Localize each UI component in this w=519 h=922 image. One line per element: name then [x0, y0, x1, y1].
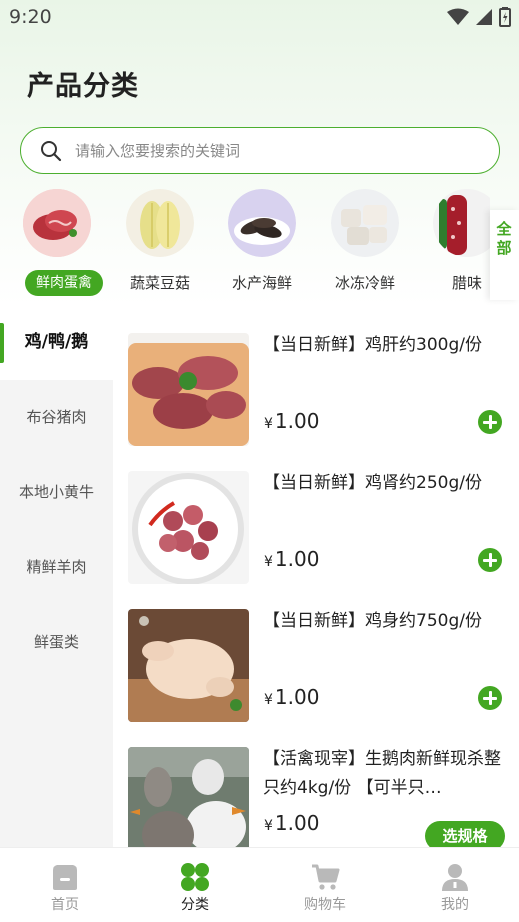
category-item-seafood[interactable]: 水产海鲜 [212, 186, 312, 296]
search-bar[interactable]: 请输入您要搜索的关键词 [20, 127, 500, 174]
product-price: ¥1.00 [264, 409, 320, 433]
product-image-chicken-gizzard [128, 471, 249, 584]
bottom-tab-bar: 首页 分类 购物车 我的 [0, 847, 519, 922]
category-icon [181, 863, 209, 891]
status-time: 9:20 [9, 6, 52, 28]
battery-icon [499, 7, 511, 27]
product-card[interactable]: 【当日新鲜】鸡身约750g/份 ¥1.00 [113, 581, 519, 722]
category-label: 水产海鲜 [231, 274, 292, 292]
cart-icon [312, 864, 340, 890]
add-to-cart-icon[interactable] [478, 410, 502, 434]
tab-label: 首页 [51, 897, 79, 913]
product-list: 【当日新鲜】鸡肝约300g/份 ¥1.00 【当日新鲜】鸡肾约250g/份 ¥1… [113, 305, 519, 847]
tab-label: 我的 [441, 897, 469, 913]
profile-icon [442, 864, 468, 891]
tab-home[interactable]: 首页 [0, 848, 130, 922]
product-card[interactable]: 【活禽现宰】生鹅肉新鲜现杀整只约4kg/份 【可半只… ¥1.00 选规格 [113, 719, 519, 847]
tab-cart[interactable]: 购物车 [260, 848, 390, 922]
product-name: 【当日新鲜】鸡肝约300g/份 [263, 335, 482, 355]
category-item-frozen[interactable]: 冰冻冷鲜 [315, 186, 415, 296]
product-card[interactable]: 【当日新鲜】鸡肾约250g/份 ¥1.00 [113, 443, 519, 584]
product-image-geese [128, 747, 249, 847]
signal-icon [476, 9, 492, 25]
tab-label: 购物车 [304, 897, 346, 913]
wifi-icon [447, 8, 469, 25]
tab-category[interactable]: 分类 [130, 848, 260, 922]
category-label: 蔬菜豆菇 [129, 274, 190, 292]
status-icons [447, 6, 511, 28]
category-item-vegetables[interactable]: 蔬菜豆菇 [110, 186, 210, 296]
product-card[interactable]: 【当日新鲜】鸡肝约300g/份 ¥1.00 [113, 305, 519, 446]
select-spec-button[interactable]: 选规格 [425, 821, 505, 847]
product-image-whole-chicken [128, 609, 249, 722]
sea-cucumber-icon [228, 189, 296, 257]
category-row: 鲜肉蛋禽 蔬菜豆菇 水产海鲜 冰冻冷鲜 腊味 [0, 186, 490, 296]
all-categories-button[interactable]: 全部 [490, 210, 519, 300]
cabbage-icon [126, 189, 194, 257]
search-placeholder: 请输入您要搜索的关键词 [75, 142, 241, 160]
sidebar-item-beef[interactable]: 本地小黄牛 [0, 455, 113, 530]
home-icon [53, 865, 77, 890]
meat-icon [23, 189, 91, 257]
product-price: ¥1.00 [264, 811, 320, 835]
category-item-meat-eggs[interactable]: 鲜肉蛋禽 [7, 186, 107, 296]
sidebar-item-poultry[interactable]: 鸡/鸭/鹅 [0, 305, 113, 380]
product-name: 【当日新鲜】鸡肾约250g/份 [263, 473, 482, 493]
category-label: 腊味 [451, 274, 482, 292]
product-name: 【当日新鲜】鸡身约750g/份 [263, 611, 482, 631]
product-price: ¥1.00 [264, 685, 320, 709]
product-image-chicken-liver [128, 333, 249, 446]
tab-profile[interactable]: 我的 [390, 848, 519, 922]
page: 9:20 产品分类 请输入您要搜索的关键词 鲜肉蛋禽 蔬菜豆菇 水产海鲜 冰冻冷… [0, 0, 519, 922]
sidebar-item-pork[interactable]: 布谷猪肉 [0, 380, 113, 455]
category-label: 冰冻冷鲜 [334, 274, 395, 292]
add-to-cart-icon[interactable] [478, 686, 502, 710]
category-item-cured[interactable]: 腊味 [417, 186, 490, 296]
all-categories-label: 全部 [496, 220, 512, 257]
search-icon [39, 139, 63, 163]
product-name: 【活禽现宰】生鹅肉新鲜现杀整只约4kg/份 【可半只… [263, 749, 501, 798]
tab-label: 分类 [181, 897, 209, 913]
sausage-icon [433, 189, 490, 257]
sidebar-item-lamb[interactable]: 精鲜羊肉 [0, 530, 113, 605]
status-bar: 9:20 [0, 0, 519, 36]
frozen-food-icon [331, 189, 399, 257]
page-title: 产品分类 [27, 71, 139, 102]
category-label: 鲜肉蛋禽 [25, 270, 103, 296]
sidebar-item-eggs[interactable]: 鲜蛋类 [0, 605, 113, 680]
sidebar: 鸡/鸭/鹅 布谷猪肉 本地小黄牛 精鲜羊肉 鲜蛋类 [0, 305, 113, 847]
product-price: ¥1.00 [264, 547, 320, 571]
add-to-cart-icon[interactable] [478, 548, 502, 572]
